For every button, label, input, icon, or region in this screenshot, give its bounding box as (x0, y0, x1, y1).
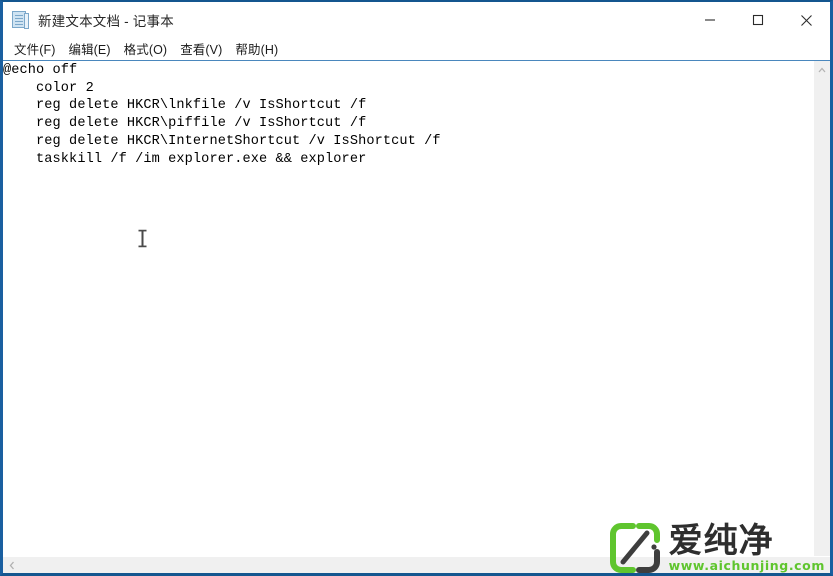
close-icon (800, 14, 812, 26)
vertical-scrollbar[interactable] (813, 61, 830, 556)
horizontal-scroll-track[interactable] (20, 557, 813, 573)
editor-content: @echo off color 2 reg delete HKCR\lnkfil… (3, 63, 441, 167)
maximize-button[interactable] (734, 2, 782, 38)
notepad-document-icon (12, 10, 29, 30)
chevron-left-icon (9, 561, 14, 569)
vertical-scroll-track[interactable] (814, 78, 830, 539)
maximize-icon (752, 14, 764, 26)
notepad-window: 新建文本文档 - 记事本 文件(F) 编辑(E) 格式(O) 查看(V) 帮助(… (0, 0, 833, 576)
scroll-up-button[interactable] (814, 61, 830, 78)
scroll-left-button[interactable] (3, 557, 20, 573)
menu-item-file[interactable]: 文件(F) (10, 38, 64, 60)
menu-item-edit[interactable]: 编辑(E) (64, 38, 119, 60)
menu-item-format[interactable]: 格式(O) (120, 38, 177, 60)
menu-item-help[interactable]: 帮助(H) (231, 38, 287, 60)
close-button[interactable] (782, 2, 830, 38)
menu-item-view[interactable]: 查看(V) (176, 38, 231, 60)
scroll-right-button[interactable] (813, 557, 830, 573)
i-beam-cursor-icon (138, 229, 147, 248)
editor-area: @echo off color 2 reg delete HKCR\lnkfil… (3, 61, 830, 556)
chevron-up-icon (818, 67, 826, 72)
title-bar: 新建文本文档 - 记事本 (3, 2, 830, 38)
scroll-down-button[interactable] (814, 539, 830, 556)
menu-bar: 文件(F) 编辑(E) 格式(O) 查看(V) 帮助(H) (3, 38, 830, 61)
text-editor[interactable]: @echo off color 2 reg delete HKCR\lnkfil… (3, 61, 813, 556)
window-title: 新建文本文档 - 记事本 (38, 14, 174, 29)
window-controls (686, 2, 830, 38)
minimize-button[interactable] (686, 2, 734, 38)
minimize-icon (705, 19, 715, 21)
horizontal-scrollbar[interactable] (3, 556, 830, 573)
